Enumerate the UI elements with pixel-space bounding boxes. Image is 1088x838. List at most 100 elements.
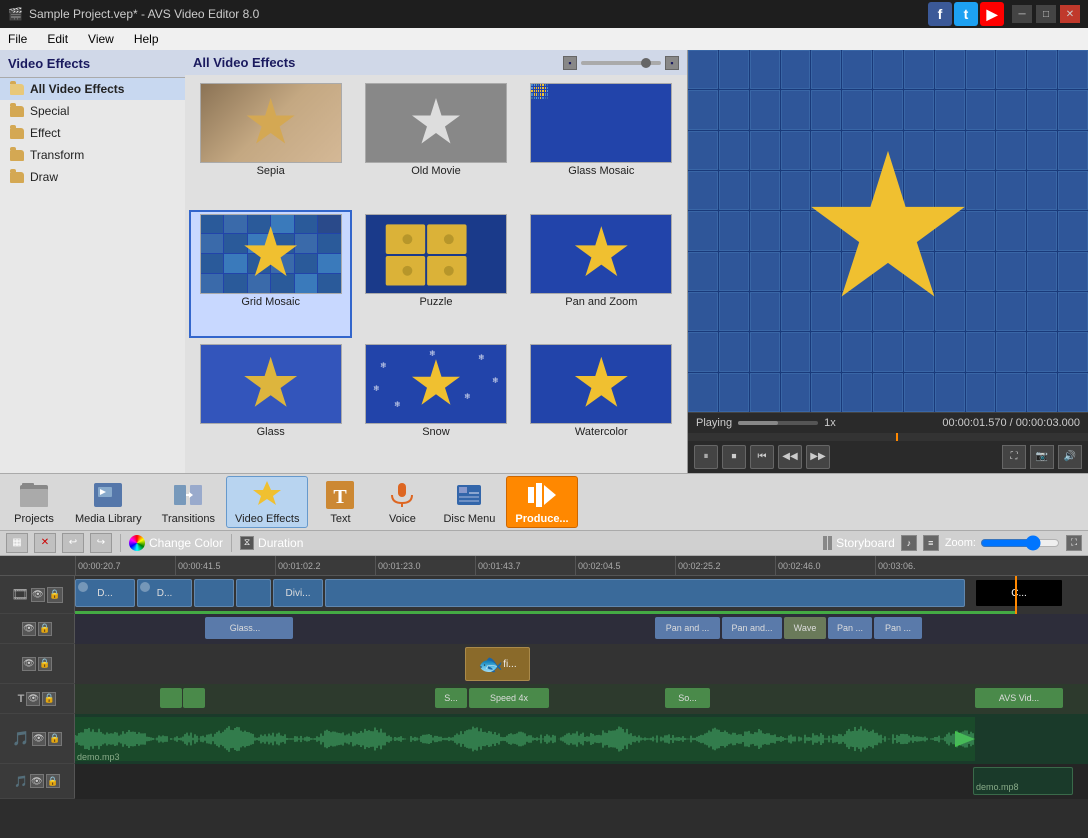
effects-track-content[interactable]: Glass... Pan and ... Pan and... Wave Pan… [75,614,1088,644]
media-library-button[interactable]: Media Library [66,476,151,528]
audio-track-2-content[interactable]: demo.mp8 [75,764,1088,799]
volume-button[interactable]: 🔊 [1058,445,1082,469]
clip-v4[interactable] [236,579,271,607]
nav-all-effects[interactable]: All Video Effects [0,78,185,100]
clip-long[interactable] [325,579,965,607]
clip-so[interactable]: So... [665,688,710,708]
lock-button-4[interactable]: 🔒 [42,692,56,706]
lock-button-5[interactable]: 🔒 [48,732,62,746]
clip-pan-1[interactable]: Pan ... [828,617,872,639]
stop-button[interactable]: ⏹ [722,445,746,469]
zoom-slider[interactable] [980,535,1060,551]
clip-c[interactable]: C... [975,579,1063,607]
twitter-icon[interactable]: t [954,2,978,26]
eye-button-5[interactable]: 👁 [32,732,46,746]
clip-text-s[interactable] [160,688,182,708]
clip-effect-2[interactable] [275,617,293,639]
clip-wave[interactable]: Wave [784,617,826,639]
nav-transform[interactable]: Transform [0,144,185,166]
lock-button-6[interactable]: 🔒 [46,774,60,788]
fullscreen-button[interactable]: ⛶ [1066,535,1082,551]
minimize-button[interactable]: ─ [1012,5,1032,23]
voice-button[interactable]: Voice [372,476,432,528]
projects-button[interactable]: Projects [4,476,64,528]
eye-button-2[interactable]: 👁 [22,622,36,636]
effect-glass[interactable]: Glass [189,340,352,469]
close-button[interactable]: ✕ [1060,5,1080,23]
video-track-content[interactable]: D... D... Divi... C... [75,576,1088,614]
preview-grid-container [688,50,1088,412]
effect-sepia[interactable]: Sepia [189,79,352,208]
disc-menu-button[interactable]: Disc Menu [434,476,504,528]
video-track-controls: 🎞 👁 🔒 [0,576,75,613]
eye-button-1[interactable]: 👁 [31,588,45,602]
clip-d2[interactable]: D... [137,579,192,607]
pause-button[interactable]: ⏸ [694,445,718,469]
clip-avs[interactable]: AVS Vid... [975,688,1063,708]
size-large-button[interactable]: ▪ [665,56,679,70]
audio-track-content[interactable]: for(let i=0; i<900; i+=3) { const h = Ma… [75,714,1088,764]
menu-edit[interactable]: Edit [43,30,72,48]
eye-button-4[interactable]: 👁 [26,692,40,706]
text-track-content[interactable]: S... Speed 4x So... AVS Vid... [75,684,1088,714]
lock-button-1[interactable]: 🔒 [47,587,63,603]
scrubber-bar[interactable] [688,433,1088,441]
clip-text-s2[interactable] [183,688,205,708]
video-track: 🎞 👁 🔒 D... D... Divi... C... [0,576,1088,614]
panel-title: Video Effects [0,50,185,78]
menu-file[interactable]: File [4,30,31,48]
nav-draw[interactable]: Draw [0,166,185,188]
effect-snow[interactable]: ❄ ❄ ❄ ❄ ❄ ❄ ❄ Snow [354,340,517,469]
clip-text-s3[interactable]: S... [435,688,467,708]
clip-pan-zoom-2[interactable]: Pan and... [722,617,782,639]
eye-button-6[interactable]: 👁 [30,774,44,788]
eye-button-3[interactable]: 👁 [22,657,36,671]
redo-button[interactable]: ↪ [90,533,112,553]
clip-divi[interactable]: Divi... [273,579,323,607]
delete-button[interactable]: ✕ [34,533,56,553]
maximize-button[interactable]: □ [1036,5,1056,23]
effect-gridmosaic[interactable]: Grid Mosaic [189,210,352,339]
nav-effect[interactable]: Effect [0,122,185,144]
facebook-icon[interactable]: f [928,2,952,26]
effect-panzoom[interactable]: Pan and Zoom [520,210,683,339]
clip-fish[interactable]: 🐟fi... [465,647,530,681]
glass-star [243,357,298,412]
clip-glass-effect[interactable]: Glass... [205,617,285,639]
transitions-button[interactable]: Transitions [153,476,224,528]
menu-view[interactable]: View [84,30,118,48]
image-track-content[interactable]: 🐟fi... [75,644,1088,684]
size-small-button[interactable]: ▪ [563,56,577,70]
effect-glassmosaic[interactable]: Glass Mosaic [520,79,683,208]
audio-settings-button[interactable]: ♪ [901,535,917,551]
clip-pan-zoom-1[interactable]: Pan and ... [655,617,720,639]
grid-view-button[interactable]: ▦ [6,533,28,553]
undo-button[interactable]: ↩ [62,533,84,553]
snapshot-button[interactable]: 📷 [1030,445,1054,469]
duration-button[interactable]: ⧖ Duration [240,536,303,550]
clip-audio-2[interactable]: demo.mp8 [973,767,1073,795]
produce-button[interactable]: Produce... [506,476,577,528]
forward-button[interactable]: ▶▶ [806,445,830,469]
expand-button[interactable]: ⛶ [1002,445,1026,469]
audio-track-2-controls: 🎵 👁 🔒 [0,764,75,798]
lock-button-2[interactable]: 🔒 [38,622,52,636]
nav-special[interactable]: Special [0,100,185,122]
properties-button[interactable]: ≡ [923,535,939,551]
video-effects-button[interactable]: Video Effects [226,476,308,528]
clip-d1[interactable]: D... [75,579,135,607]
prev-button[interactable]: ⏮ [750,445,774,469]
menu-help[interactable]: Help [130,30,163,48]
clip-pan-2[interactable]: Pan ... [874,617,922,639]
rewind-button[interactable]: ◀◀ [778,445,802,469]
text-button[interactable]: T Text [310,476,370,528]
youtube-icon[interactable]: ▶ [980,2,1004,26]
clip-v3[interactable] [194,579,234,607]
change-color-button[interactable]: Change Color [129,535,223,551]
effect-oldmovie[interactable]: Old Movie [354,79,517,208]
effect-puzzle[interactable]: Puzzle [354,210,517,339]
effect-watercolor[interactable]: Watercolor [520,340,683,469]
storyboard-button[interactable]: Storyboard [823,536,895,550]
lock-button-3[interactable]: 🔒 [38,657,52,671]
clip-speed[interactable]: Speed 4x [469,688,549,708]
